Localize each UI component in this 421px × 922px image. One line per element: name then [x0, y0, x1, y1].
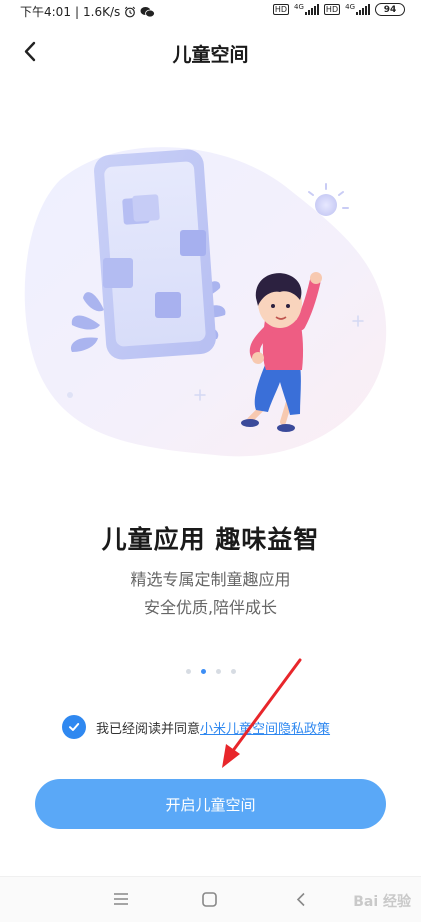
page-title: 儿童空间: [172, 44, 249, 66]
page-dot-active[interactable]: [200, 669, 206, 674]
network-2: 4G: [345, 4, 370, 15]
start-kids-space-button[interactable]: 开启儿童空间: [35, 779, 386, 829]
feature-subtitle-1: 精选专属定制童趣应用: [130, 570, 291, 589]
network-1-label: 4G: [294, 3, 304, 11]
back-icon[interactable]: [295, 892, 307, 907]
feature-headline: 儿童应用 趣味益智: [101, 525, 320, 554]
page-dot[interactable]: [230, 669, 236, 674]
network-2-label: 4G: [345, 3, 355, 11]
network-1: 4G: [294, 4, 319, 15]
page-dot[interactable]: [215, 669, 221, 674]
signal-icon: [304, 4, 319, 15]
status-right: HD 4G HD 4G 94: [272, 3, 405, 16]
menu-icon[interactable]: [113, 892, 129, 906]
agreement-checkbox[interactable]: [62, 715, 86, 739]
status-divider: |: [74, 4, 79, 19]
hero-illustration: [24, 147, 387, 457]
status-bar: 下午4:01 | 1.6K/s HD 4G HD 4G 94: [0, 0, 421, 22]
home-icon[interactable]: [202, 892, 217, 907]
alarm-icon: [125, 6, 136, 17]
sun-icon: [315, 194, 337, 216]
status-time: 下午4:01: [20, 5, 71, 19]
page-dot[interactable]: [185, 669, 191, 674]
hd-icon-2: HD: [323, 4, 341, 15]
status-left: 下午4:01 | 1.6K/s: [20, 3, 156, 20]
battery-icon: 94: [375, 3, 405, 16]
wechat-icon: [140, 6, 156, 17]
page-indicator[interactable]: [0, 669, 421, 674]
system-nav-bar: Bai 经验: [0, 876, 421, 922]
status-speed: 1.6K/s: [83, 4, 121, 19]
watermark-logo: Bai 经验: [353, 894, 411, 910]
privacy-policy-link[interactable]: 小米儿童空间隐私政策: [200, 718, 330, 737]
agreement-text: 我已经阅读并同意: [96, 721, 201, 737]
signal-icon-2: [356, 4, 370, 15]
check-icon: [69, 723, 80, 731]
feature-subtitle-2: 安全优质,陪伴成长: [143, 598, 278, 617]
agreement-row: 我已经阅读并同意 小米儿童空间隐私政策: [62, 715, 330, 739]
hd-icon: HD: [272, 4, 290, 15]
title-bar: 儿童空间: [0, 30, 421, 74]
